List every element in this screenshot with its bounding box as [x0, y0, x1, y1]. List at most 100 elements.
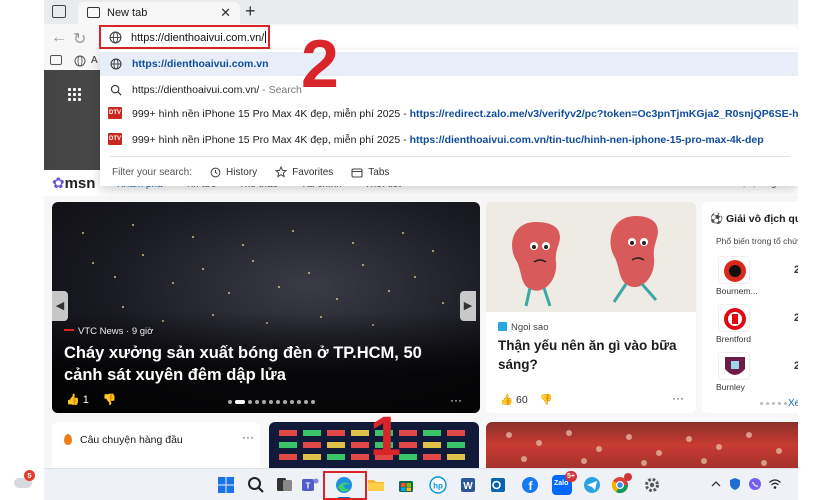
sports-subtitle: Phổ biến trong tổ chức — [716, 236, 798, 246]
sports-carousel-dots — [760, 402, 787, 405]
dtv-favicon-icon: DTV — [108, 107, 122, 119]
step-number-1: 1 — [370, 404, 402, 467]
star-icon — [275, 166, 288, 178]
news-source: Ngoi sao — [498, 322, 549, 333]
news-card-kidney[interactable]: Ngoi sao Thận yếu nên ăn gì vào bữa sáng… — [486, 202, 696, 413]
store-icon[interactable] — [396, 475, 416, 495]
new-tab-button[interactable]: + — [245, 1, 256, 22]
filter-history-button[interactable]: History — [210, 167, 257, 178]
zalo-icon[interactable]: Zalo 5+ — [552, 471, 577, 495]
facebook-icon[interactable]: f — [520, 475, 540, 495]
word-icon[interactable]: W — [458, 475, 478, 495]
team-row[interactable]: Burnley 2 — [716, 352, 798, 396]
team-name: Burnley — [716, 382, 745, 392]
svg-text:W: W — [463, 481, 473, 492]
back-arrow-icon[interactable]: ← — [51, 29, 67, 47]
taskbar-edge-highlight — [323, 471, 367, 500]
top-stories-card[interactable]: Câu chuyện hàng đầu ··· — [52, 422, 260, 468]
task-view-icon[interactable] — [274, 475, 294, 495]
team-row[interactable]: Bournem... 2 — [716, 256, 798, 300]
suggestion-text: https://dienthoaivui.com.vn/ - Search — [132, 84, 302, 96]
address-bar-highlight — [99, 25, 270, 49]
teams-icon[interactable]: T — [300, 475, 320, 495]
tab-actions-icon[interactable] — [52, 5, 66, 18]
favorites-item-label[interactable]: A — [91, 55, 98, 66]
outlook-icon[interactable] — [488, 475, 508, 495]
suggestion-history[interactable]: DTV 999+ hình nền iPhone 15 Pro Max 4K đ… — [100, 128, 798, 152]
news-actions: 👍 1 👎 — [66, 393, 117, 406]
filter-tabs-button[interactable]: Tabs — [351, 167, 389, 178]
suggestion-text: https://dienthoaivui.com.vn — [132, 58, 269, 70]
news-headline[interactable]: Cháy xưởng sản xuất bóng đèn ở TP.HCM, 5… — [64, 342, 464, 386]
viber-icon[interactable] — [748, 477, 762, 491]
fire-icon — [64, 434, 72, 445]
new-tab-favicon-icon — [87, 7, 100, 18]
like-button[interactable]: 👍 1 — [66, 393, 89, 406]
tray-shield-icon[interactable] — [728, 477, 742, 491]
tab-title: New tab — [107, 7, 148, 19]
news-card-main[interactable]: ◀ ▶ VTC News · 9 giờ Cháy xưởng sản xuất… — [52, 202, 480, 413]
left-margin — [0, 0, 44, 500]
kidney-illustration — [486, 202, 696, 312]
news-more-button[interactable]: ··· — [450, 393, 462, 407]
search-icon[interactable] — [246, 475, 266, 495]
news-actions: 👍 60 👎 — [500, 393, 553, 406]
suggestion-text: 999+ hình nền iPhone 15 Pro Max 4K đẹp, … — [132, 134, 764, 146]
windows-start-icon[interactable] — [216, 475, 236, 495]
dislike-icon[interactable]: 👎 — [103, 393, 117, 406]
close-tab-icon[interactable]: ✕ — [220, 5, 231, 21]
chrome-icon[interactable] — [610, 473, 632, 495]
file-explorer-icon[interactable] — [366, 475, 386, 495]
carousel-next-button[interactable]: ▶ — [460, 291, 476, 321]
dropdown-divider — [110, 156, 790, 157]
favorites-folder-icon[interactable] — [50, 55, 62, 65]
top-stories-more-button[interactable]: ··· — [242, 430, 254, 444]
tray-chevron-icon[interactable] — [710, 478, 722, 490]
svg-text:T: T — [306, 482, 311, 491]
sports-card: ⚽ Giải vô địch qu Phổ biến trong tổ chức… — [702, 202, 798, 413]
filter-label: Filter your search: — [112, 166, 193, 178]
right-margin — [798, 0, 840, 500]
team-score: 2 — [794, 264, 798, 276]
carousel-prev-button[interactable]: ◀ — [52, 291, 68, 321]
sports-see-more-link[interactable]: Xe — [788, 398, 798, 409]
suggestion-search[interactable]: https://dienthoaivui.com.vn/ - Search — [100, 78, 798, 102]
team-crest-icon — [718, 256, 750, 284]
tab-bar: New tab ✕ + — [44, 0, 798, 24]
crowd-photo-card[interactable] — [486, 422, 798, 468]
suggestion-history[interactable]: DTV 999+ hình nền iPhone 15 Pro Max 4K đ… — [100, 102, 798, 126]
weather-widget-icon[interactable]: 5 — [12, 470, 36, 494]
telegram-icon[interactable] — [582, 475, 602, 495]
hp-app-icon[interactable]: hp — [428, 475, 448, 495]
like-button[interactable]: 👍 60 — [500, 393, 528, 406]
news-more-button[interactable]: ··· — [672, 391, 684, 405]
settings-gear-icon[interactable] — [642, 475, 662, 495]
svg-text:hp: hp — [433, 482, 443, 491]
globe-icon — [110, 58, 122, 70]
team-row[interactable]: Brentford 2 — [716, 304, 798, 348]
search-filter-bar: Filter your search: History Favorites Ta… — [112, 166, 389, 178]
wifi-icon[interactable] — [768, 477, 782, 491]
msn-logo[interactable]: ✿msn — [52, 174, 95, 192]
dtv-favicon-icon: DTV — [108, 133, 122, 145]
suggestion-site[interactable]: https://dienthoaivui.com.vn — [100, 52, 798, 76]
apps-grid-icon[interactable] — [68, 88, 81, 101]
dislike-icon[interactable]: 👎 — [540, 393, 553, 406]
refresh-icon[interactable]: ↻ — [73, 29, 86, 49]
search-icon — [110, 84, 122, 96]
news-headline[interactable]: Thận yếu nên ăn gì vào bữa sáng? — [498, 336, 688, 374]
team-score: 2 — [794, 312, 798, 324]
team-crest-icon — [718, 352, 750, 380]
weather-badge: 5 — [24, 470, 35, 481]
tab-new-tab[interactable]: New tab ✕ — [78, 2, 240, 24]
address-suggestions-dropdown: https://dienthoaivui.com.vn https://dien… — [100, 50, 798, 186]
history-icon — [210, 167, 221, 177]
team-score: 2 — [794, 360, 798, 372]
team-name: Brentford — [716, 334, 751, 344]
news-source: VTC News · 9 giờ — [64, 326, 153, 337]
tabs-icon — [351, 167, 363, 178]
sports-title[interactable]: ⚽ Giải vô địch qu — [710, 212, 798, 225]
filter-favorites-button[interactable]: Favorites — [275, 166, 333, 178]
favorites-globe-icon[interactable] — [74, 55, 86, 67]
carousel-dots — [228, 400, 315, 404]
